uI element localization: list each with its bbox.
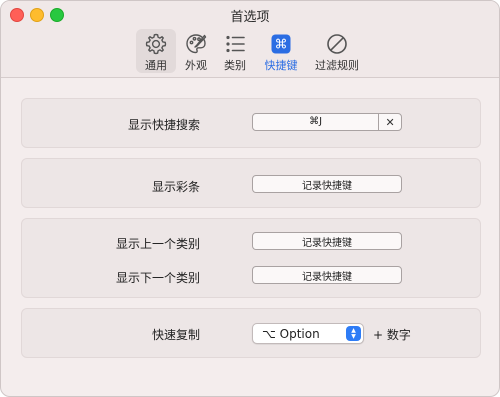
- toolbar: 首选项 通用 外观 类别 ⌘ 快捷键 过滤规则: [1, 1, 499, 78]
- show-search-shortcut-value: ⌘J: [253, 114, 380, 130]
- show-clips-label: 显示彩条: [151, 180, 200, 194]
- quick-copy-modifier-popup[interactable]: ⌥ Option ▲ ▼: [252, 323, 364, 344]
- next-category-shortcut-field[interactable]: 记录快捷键: [252, 266, 402, 284]
- show-search-label: 显示快捷搜索: [127, 118, 200, 132]
- tab-shortcuts-label: 快捷键: [264, 59, 298, 72]
- tab-shortcuts[interactable]: ⌘ 快捷键: [257, 29, 305, 73]
- clear-shortcut-button[interactable]: ✕: [379, 114, 401, 130]
- palette-icon: [184, 29, 208, 59]
- next-category-label: 显示下一个类别: [115, 271, 200, 285]
- show-search-shortcut-field[interactable]: ⌘J ✕: [252, 113, 402, 131]
- gear-icon: [144, 29, 168, 59]
- window-title: 首选项: [230, 10, 270, 25]
- prohibited-icon: [325, 29, 349, 59]
- tab-categories[interactable]: 类别: [217, 29, 253, 73]
- tab-appearance[interactable]: 外观: [178, 29, 214, 73]
- prev-category-label: 显示上一个类别: [115, 237, 200, 251]
- svg-text:⌘: ⌘: [275, 38, 288, 53]
- tab-filter-rules-label: 过滤规则: [315, 59, 359, 72]
- prev-category-shortcut-field[interactable]: 记录快捷键: [252, 232, 402, 250]
- show-clips-shortcut-field[interactable]: 记录快捷键: [252, 175, 402, 193]
- quick-copy-modifier-value: ⌥ Option: [262, 326, 320, 341]
- chevron-up-down-icon: ▲ ▼: [346, 326, 361, 341]
- section-quick-copy: 快速复制 ⌥ Option ▲ ▼ + 数字: [21, 308, 481, 358]
- preferences-window: 首选项 通用 外观 类别 ⌘ 快捷键 过滤规则 显示快捷搜索 ⌘J ✕ 显示彩条…: [0, 0, 500, 397]
- section-clips-bar: 显示彩条 记录快捷键: [21, 158, 481, 208]
- list-icon: [223, 29, 247, 59]
- tab-categories-label: 类别: [224, 59, 246, 72]
- section-quick-search: 显示快捷搜索 ⌘J ✕: [21, 98, 481, 148]
- tab-general[interactable]: 通用: [136, 29, 176, 73]
- tab-appearance-label: 外观: [185, 59, 207, 72]
- quick-copy-suffix: + 数字: [373, 328, 411, 342]
- tab-filter-rules[interactable]: 过滤规则: [311, 29, 363, 73]
- tab-general-label: 通用: [145, 59, 167, 72]
- quick-copy-label: 快速复制: [151, 328, 200, 342]
- section-category-navigation: 显示上一个类别 记录快捷键 显示下一个类别 记录快捷键: [21, 218, 481, 298]
- command-key-icon: ⌘: [269, 29, 293, 59]
